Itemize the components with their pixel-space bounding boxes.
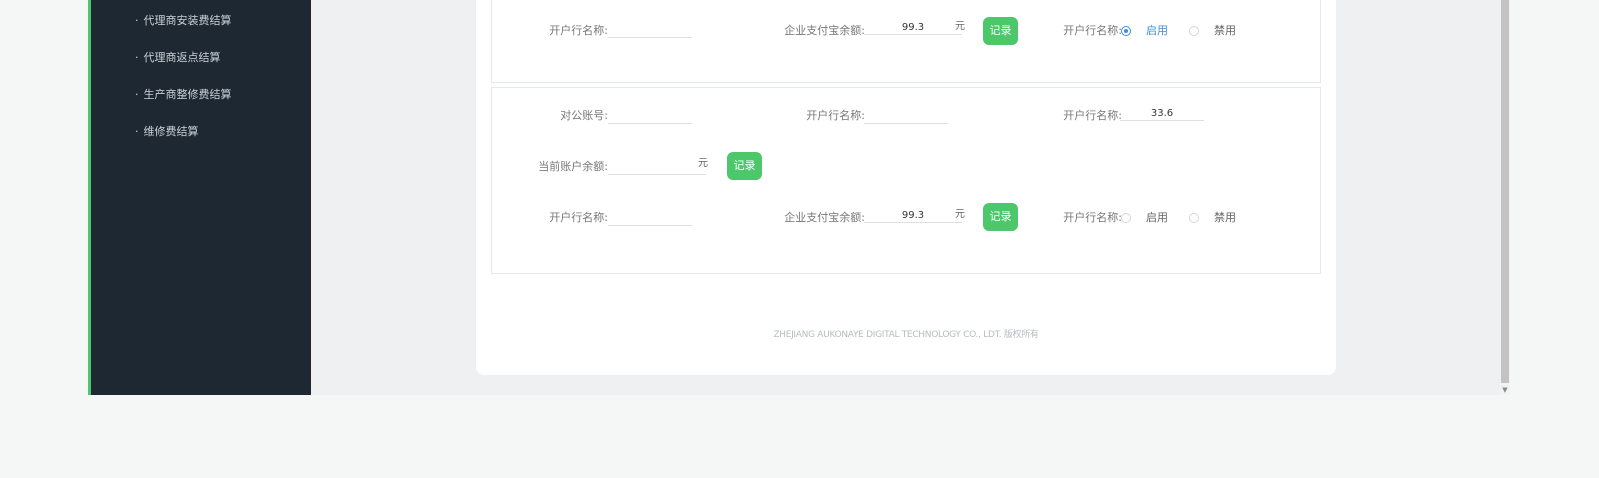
- disable-radio[interactable]: [1189, 26, 1199, 36]
- scroll-down-arrow-icon[interactable]: ▼: [1500, 385, 1510, 395]
- scrollbar-thumb[interactable]: [1501, 0, 1509, 383]
- current-balance-label: 当前账户余额:: [538, 160, 608, 173]
- bank-name-input[interactable]: [608, 212, 692, 226]
- sidebar-item-label: 维修费结算: [143, 125, 199, 138]
- account-panel-2: 对公账号: 开户行名称: 开户行名称: 当前账户余额: 元 记录 开户行名称: …: [491, 87, 1321, 274]
- sidebar-item-agent-install-settlement[interactable]: · 代理商安装费结算: [135, 14, 232, 28]
- currency-unit: 元: [955, 21, 965, 32]
- sidebar-item-label: 代理商返点结算: [143, 51, 221, 64]
- enable-radio[interactable]: [1121, 213, 1131, 223]
- alipay-balance-label: 企业支付宝余额:: [784, 211, 865, 224]
- enable-radio-label[interactable]: 启用: [1146, 211, 1168, 225]
- disable-radio-label[interactable]: 禁用: [1214, 211, 1236, 225]
- vertical-scrollbar[interactable]: ▼: [1500, 0, 1510, 395]
- app-window: · 代理商安装费结算 · 代理商返点结算 · 生产商整修费结算 · 维修费结算 开户行名…: [88, 0, 1510, 395]
- bank-name-input[interactable]: [864, 110, 948, 124]
- account-panel-1: 开户行名称: 企业支付宝余额: 元 记录 开户行名称: 启用 禁用: [491, 0, 1321, 83]
- status-label: 开户行名称:: [1063, 24, 1122, 37]
- disable-radio-label[interactable]: 禁用: [1214, 24, 1236, 38]
- bank-name-input-2[interactable]: [1120, 107, 1204, 121]
- bank-name-label: 开户行名称:: [806, 109, 865, 122]
- alipay-balance-label: 企业支付宝余额:: [784, 24, 865, 37]
- copyright-footer: ZHEJIANG AUKONAYE DIGITAL TECHNOLOGY CO.…: [773, 330, 1039, 340]
- alipay-balance-input[interactable]: [864, 209, 962, 223]
- alipay-balance-input[interactable]: [864, 21, 962, 35]
- bullet-icon: ·: [135, 14, 139, 27]
- disable-radio[interactable]: [1189, 213, 1199, 223]
- bullet-icon: ·: [135, 88, 139, 101]
- current-balance-input[interactable]: [608, 161, 706, 175]
- sidebar-item-label: 代理商安装费结算: [143, 14, 232, 27]
- sidebar-item-manufacturer-repair-settlement[interactable]: · 生产商整修费结算: [135, 88, 232, 102]
- content-card: 开户行名称: 企业支付宝余额: 元 记录 开户行名称: 启用 禁用 对公账号: …: [476, 0, 1336, 375]
- record-button[interactable]: 记录: [983, 17, 1018, 45]
- currency-unit: 元: [955, 209, 965, 220]
- sidebar: · 代理商安装费结算 · 代理商返点结算 · 生产商整修费结算 · 维修费结算: [88, 0, 311, 395]
- bank-name-label: 开户行名称:: [549, 24, 608, 37]
- bank-name-label: 开户行名称:: [549, 211, 608, 224]
- bank-name-input[interactable]: [608, 24, 692, 38]
- bullet-icon: ·: [135, 125, 139, 138]
- corporate-account-input[interactable]: [608, 110, 692, 124]
- sidebar-item-label: 生产商整修费结算: [143, 88, 232, 101]
- sidebar-item-agent-rebate-settlement[interactable]: · 代理商返点结算: [135, 51, 221, 65]
- record-button[interactable]: 记录: [727, 152, 762, 180]
- corporate-account-label: 对公账号:: [560, 109, 608, 122]
- currency-unit: 元: [698, 158, 708, 169]
- bank-name-label-2: 开户行名称:: [1063, 109, 1122, 122]
- enable-radio-label[interactable]: 启用: [1146, 24, 1168, 38]
- sidebar-item-maintenance-settlement[interactable]: · 维修费结算: [135, 125, 199, 139]
- enable-radio[interactable]: [1121, 26, 1131, 36]
- bullet-icon: ·: [135, 51, 139, 64]
- status-label: 开户行名称:: [1063, 211, 1122, 224]
- record-button[interactable]: 记录: [983, 203, 1018, 231]
